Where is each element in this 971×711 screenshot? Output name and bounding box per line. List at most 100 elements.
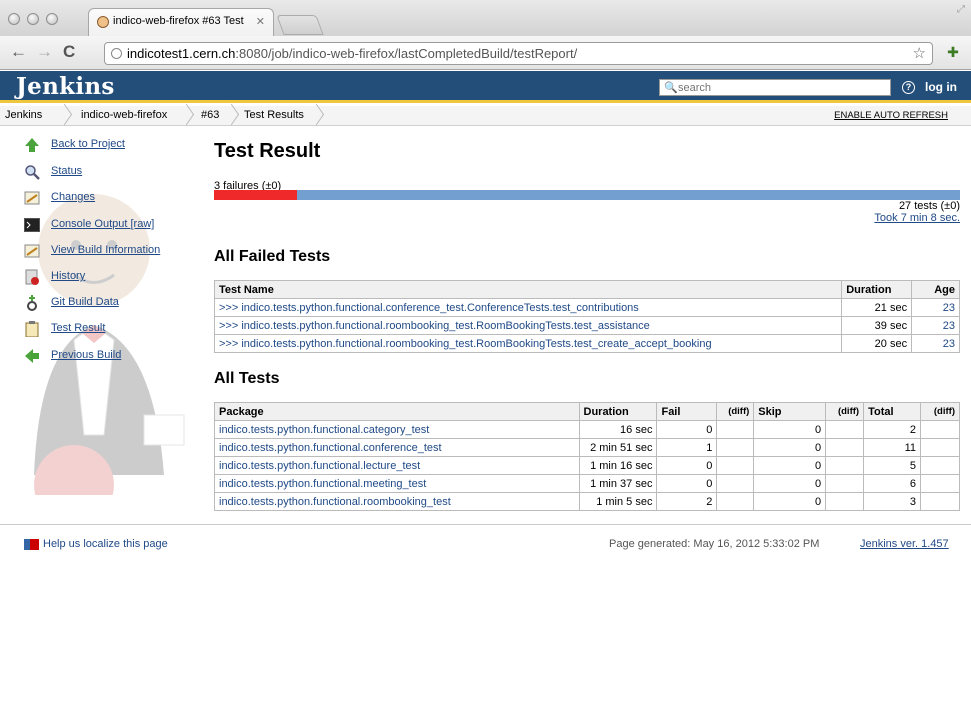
login-link[interactable]: log in: [925, 80, 957, 94]
breadcrumb-separator: [310, 106, 320, 126]
test-name-link[interactable]: indico.tests.python.functional.conferenc…: [241, 302, 638, 314]
sidebar-item-label[interactable]: Back to Project: [51, 138, 125, 150]
test-name-link[interactable]: indico.tests.python.functional.roombooki…: [241, 320, 649, 332]
test-name-link[interactable]: indico.tests.python.functional.roombooki…: [241, 338, 711, 350]
sidebar-item-label[interactable]: View Build Information: [51, 244, 160, 256]
col-duration[interactable]: Duration: [578, 402, 658, 421]
table-header-row: Package Duration Fail (diff) Skip (diff)…: [214, 402, 961, 421]
search-input[interactable]: [678, 81, 883, 95]
footer-divider: [0, 524, 971, 525]
duration-cell: 2 min 51 sec: [578, 438, 658, 457]
skip-cell: 0: [753, 456, 827, 475]
skip-cell: 0: [753, 420, 827, 439]
col-test-name[interactable]: Test Name: [213, 280, 843, 299]
forward-arrow-icon[interactable]: →: [36, 43, 53, 61]
help-icon[interactable]: ?: [902, 81, 915, 94]
skip-diff-cell: [825, 474, 865, 493]
close-tab-icon[interactable]: ✕: [256, 15, 265, 28]
reload-icon[interactable]: C: [63, 43, 75, 61]
table-row: indico.tests.python.functional.meeting_t…: [214, 474, 961, 493]
expand-link[interactable]: >>>: [219, 302, 238, 314]
col-duration[interactable]: Duration: [841, 280, 913, 299]
duration-cell: 1 min 16 sec: [578, 456, 658, 475]
minimize-window-button[interactable]: [27, 13, 39, 25]
breadcrumb-item-jenkins[interactable]: Jenkins: [5, 109, 42, 121]
enable-auto-refresh-link[interactable]: ENABLE AUTO REFRESH: [834, 110, 948, 121]
fail-cell: 0: [656, 456, 718, 475]
expand-link[interactable]: >>>: [219, 320, 238, 332]
console-raw-link[interactable]: [raw]: [131, 218, 155, 230]
sidebar-item-label[interactable]: Console Output [raw]: [51, 218, 154, 230]
sidebar-item-label[interactable]: Status: [51, 165, 82, 177]
table-row: indico.tests.python.functional.roombooki…: [214, 492, 961, 511]
total-cell: 11: [863, 438, 921, 457]
extension-icon[interactable]: ✚: [943, 44, 963, 62]
col-age[interactable]: Age: [911, 280, 960, 299]
browser-tab[interactable]: indico-web-firefox #63 Test ✕: [88, 8, 274, 36]
address-bar[interactable]: indicotest1.cern.ch:8080/job/indico-web-…: [104, 42, 933, 65]
close-window-button[interactable]: [8, 13, 20, 25]
browser-tab-strip: indico-web-firefox #63 Test ✕ ⤢: [0, 0, 971, 36]
duration-cell: 1 min 5 sec: [578, 492, 658, 511]
duration-link[interactable]: Took 7 min 8 sec.: [874, 212, 960, 224]
col-fail-diff[interactable]: (diff): [716, 402, 755, 421]
package-link[interactable]: indico.tests.python.functional.conferenc…: [219, 442, 442, 454]
sidebar-item-label[interactable]: Git Build Data: [51, 296, 119, 308]
col-fail[interactable]: Fail: [656, 402, 718, 421]
jenkins-logo[interactable]: Jenkins: [16, 73, 115, 100]
package-link[interactable]: indico.tests.python.functional.roombooki…: [219, 496, 451, 508]
total-cell: 6: [863, 474, 921, 493]
duration-cell: 21 sec: [841, 298, 913, 317]
breadcrumb-separator: [180, 106, 190, 126]
age-link[interactable]: 23: [943, 302, 955, 314]
flag-icon: [24, 539, 39, 550]
duration-cell: 1 min 37 sec: [578, 474, 658, 493]
age-cell: 23: [911, 298, 960, 317]
bookmark-star-icon[interactable]: ☆: [913, 44, 926, 62]
col-total[interactable]: Total: [863, 402, 921, 421]
back-arrow-icon[interactable]: ←: [10, 43, 27, 61]
col-package[interactable]: Package: [214, 402, 580, 421]
breadcrumb-item-project[interactable]: indico-web-firefox: [81, 109, 167, 121]
age-cell: 23: [911, 334, 960, 353]
fail-cell: 0: [656, 420, 718, 439]
expand-link[interactable]: >>>: [219, 338, 238, 350]
sidebar-item-label[interactable]: Previous Build: [51, 349, 121, 361]
skip-cell: 0: [753, 474, 827, 493]
terminal-icon: [24, 218, 40, 232]
fail-cell: 0: [656, 474, 718, 493]
git-icon: [27, 295, 37, 311]
fail-diff-cell: [716, 456, 755, 475]
search-icon: 🔍: [664, 82, 678, 94]
localize-link[interactable]: Help us localize this page: [43, 538, 168, 550]
sidebar-item-label[interactable]: Test Result: [51, 322, 105, 334]
skip-diff-cell: [825, 492, 865, 511]
page-info-icon[interactable]: [111, 48, 122, 59]
total-diff-cell: [919, 474, 961, 493]
new-tab-button[interactable]: [276, 15, 324, 35]
fullscreen-icon[interactable]: ⤢: [957, 4, 965, 15]
package-link[interactable]: indico.tests.python.functional.lecture_t…: [219, 460, 420, 472]
age-link[interactable]: 23: [943, 320, 955, 332]
col-skip-diff[interactable]: (diff): [825, 402, 865, 421]
col-total-diff[interactable]: (diff): [919, 402, 961, 421]
jenkins-version-link[interactable]: Jenkins ver. 1.457: [860, 538, 949, 550]
table-row: >>> indico.tests.python.functional.roomb…: [213, 334, 960, 353]
col-skip[interactable]: Skip: [753, 402, 827, 421]
left-arrow-icon: [25, 349, 39, 363]
age-link[interactable]: 23: [943, 338, 955, 350]
tab-title: indico-web-firefox #63 Test: [113, 15, 244, 27]
fail-cell: 2: [656, 492, 718, 511]
browser-toolbar: ← → C indicotest1.cern.ch:8080/job/indic…: [0, 36, 971, 70]
breadcrumb-item-test-results[interactable]: Test Results: [244, 109, 304, 121]
zoom-window-button[interactable]: [46, 13, 58, 25]
package-link[interactable]: indico.tests.python.functional.category_…: [219, 424, 429, 436]
sidebar-item-label[interactable]: Changes: [51, 191, 95, 203]
search-box[interactable]: 🔍: [659, 79, 891, 96]
notepad-icon: [24, 191, 40, 205]
magnifier-icon: [25, 165, 40, 180]
breadcrumb-item-build[interactable]: #63: [201, 109, 219, 121]
total-cell: 2: [863, 420, 921, 439]
package-link[interactable]: indico.tests.python.functional.meeting_t…: [219, 478, 426, 490]
sidebar-item-label[interactable]: History: [51, 270, 85, 282]
